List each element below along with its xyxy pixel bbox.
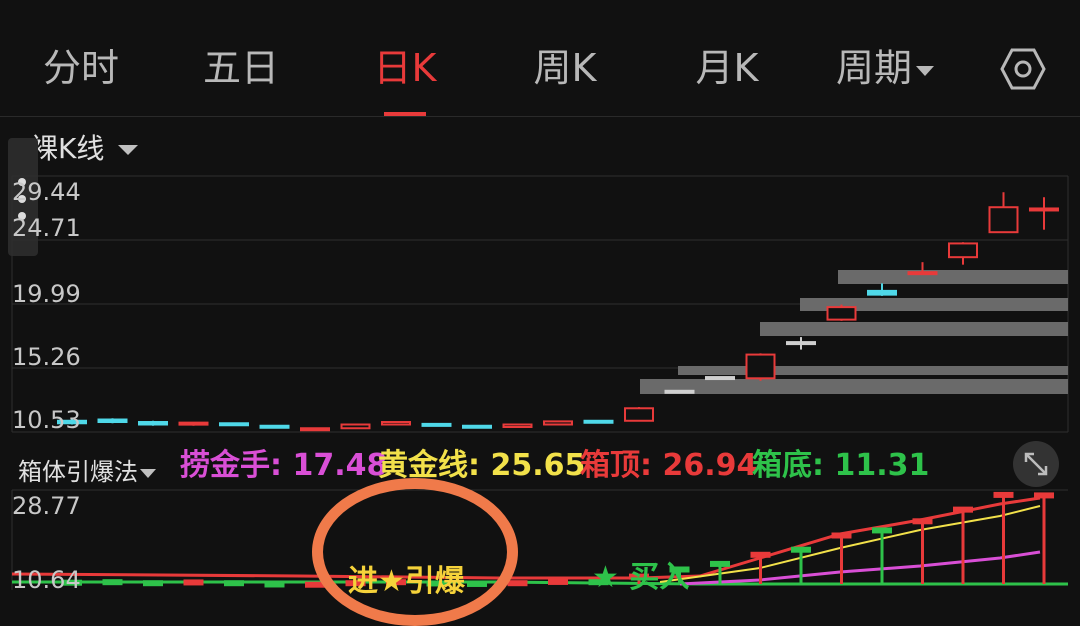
indicator-y-label: 28.77 <box>12 492 81 520</box>
indicator-bar-cap <box>831 532 852 539</box>
indicator-bar-cap <box>912 518 933 525</box>
candle-body <box>988 206 1019 234</box>
candle-body <box>826 306 857 321</box>
candle-body <box>381 421 411 426</box>
candle-body <box>948 242 978 259</box>
candle-body <box>664 389 695 394</box>
candle-body <box>745 353 776 380</box>
candle-body <box>786 341 816 346</box>
candle-body <box>867 289 897 296</box>
candle-body <box>138 421 168 426</box>
y-axis-label: 10.53 <box>12 406 81 434</box>
indicator-bar-cap <box>710 560 730 567</box>
volume-profile-bars <box>640 270 1068 394</box>
profile-bar <box>760 322 1068 336</box>
indicator-selector[interactable]: 箱体引爆法 <box>18 452 156 487</box>
indicator-chart <box>11 489 1068 590</box>
indicator-name: 箱体引爆法 <box>18 458 138 486</box>
indicator-bar-cap <box>143 580 163 587</box>
indicator-bar-cap <box>953 506 973 513</box>
profile-bar <box>678 366 1068 375</box>
candle-body <box>583 419 614 424</box>
profile-bar <box>640 379 1068 394</box>
y-axis-label: 19.99 <box>12 280 81 308</box>
expand-icon[interactable] <box>1013 441 1059 487</box>
y-axis-label: 24.71 <box>12 214 81 242</box>
candle-body <box>178 421 209 426</box>
indicator-bar-cap <box>548 578 568 585</box>
candle-body <box>907 271 938 276</box>
indicator-bar-cap <box>750 551 771 558</box>
candle-body <box>421 422 452 427</box>
candle-body <box>624 407 654 422</box>
buy-signal-label: ★ 买入 <box>592 560 690 595</box>
indicator-bar-cap <box>183 579 204 586</box>
candle-body <box>502 423 533 429</box>
candle-body <box>462 424 492 429</box>
candles <box>57 192 1059 432</box>
candle-body <box>543 420 573 426</box>
kline-chart[interactable] <box>0 0 1080 613</box>
indicator-y-label: 10.64 <box>12 566 81 594</box>
candle-body <box>705 376 735 381</box>
profile-bar <box>838 270 1068 284</box>
y-axis-label: 15.26 <box>12 343 81 371</box>
candle-body <box>97 418 128 424</box>
box-bottom-line <box>12 580 1068 586</box>
candle-body <box>1029 207 1059 212</box>
indicator-bar-cap <box>1034 492 1054 499</box>
chevron-down-icon <box>140 468 156 478</box>
indicator-bar-cap <box>993 491 1014 498</box>
y-axis-label: 29.44 <box>12 178 81 206</box>
indicator-bar-cap <box>872 527 892 534</box>
indicator-bar-cap <box>224 580 244 587</box>
lao-jin-shou-line <box>679 550 1041 586</box>
indicator-bars <box>62 491 1054 588</box>
candle-body <box>219 422 249 427</box>
candle-body <box>259 424 290 429</box>
indicator-bar-cap <box>102 579 123 586</box>
box-bottom-value: 箱底: 11.31 <box>752 448 930 483</box>
annotation-circle <box>312 478 518 626</box>
box-top-value: 箱顶: 26.94 <box>580 448 758 483</box>
indicator-bar-cap <box>264 581 285 588</box>
candle-body <box>300 427 330 432</box>
indicator-bar-cap <box>791 546 811 553</box>
lao-jin-shou-value: 捞金手: 17.48 <box>180 448 388 483</box>
candle-body <box>340 423 371 430</box>
indicator-bar-cap <box>507 580 528 587</box>
indicator-header: 箱体引爆法 捞金手: 17.48 黄金线: 25.65 箱顶: 26.94 箱底… <box>0 444 1080 488</box>
